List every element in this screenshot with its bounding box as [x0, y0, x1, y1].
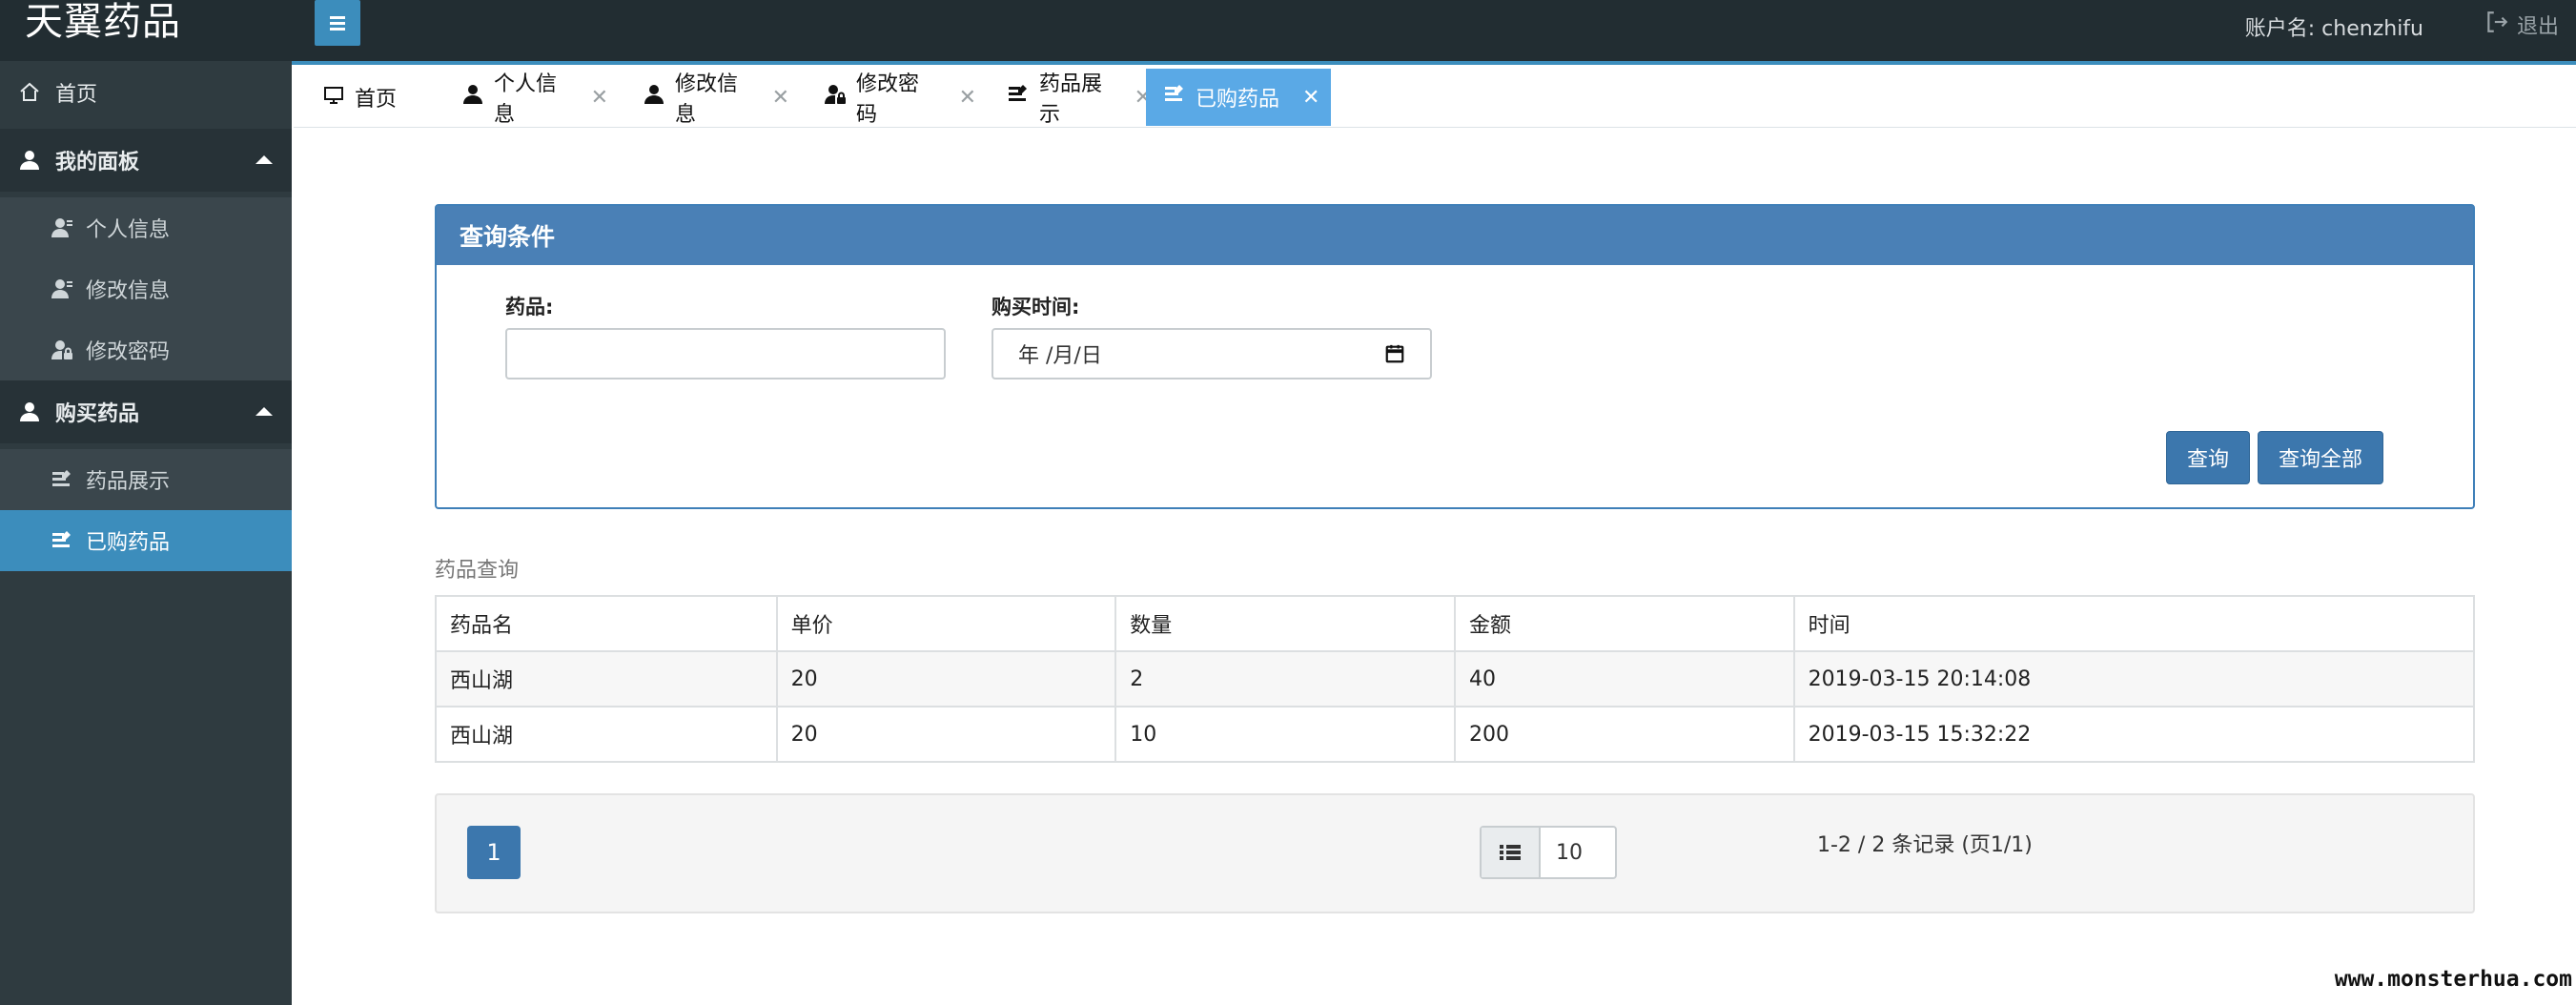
tab-close-icon[interactable]: ✕ [1302, 86, 1319, 110]
sidebar-item-label: 首页 [55, 83, 98, 107]
table-cell: 2019-03-15 20:14:08 [1792, 650, 2476, 708]
results-section-title: 药品查询 [435, 559, 520, 583]
sidebar-group-label: 购买药品 [55, 402, 140, 426]
user-icon [17, 148, 42, 173]
hamburger-icon [330, 13, 345, 33]
collapse-caret-icon [256, 155, 273, 164]
query-panel: 查询条件 药品: 购买时间: 年 /月/日 查询 查询全部 [435, 204, 2475, 509]
monitor-icon [322, 83, 345, 112]
column-header: 金额 [1453, 595, 1795, 652]
user-icon [461, 83, 484, 112]
tab-close-icon[interactable]: ✕ [959, 86, 976, 110]
page-size-selector[interactable]: 10 [1480, 826, 1617, 879]
home-icon [17, 80, 42, 105]
table-cell: 2019-03-15 15:32:22 [1792, 706, 2476, 763]
results-table: 药品名 单价 数量 金额 时间 西山湖 20 2 40 2019-03-15 2… [435, 595, 2476, 763]
tab-edit-info[interactable]: 修改信息 ✕ [614, 69, 789, 127]
logout-button[interactable]: 退出 [2484, 10, 2559, 40]
sidebar-group-label: 我的面板 [55, 151, 140, 174]
tab-label: 修改密码 [856, 72, 920, 127]
column-header: 数量 [1114, 595, 1456, 652]
date-placeholder: 年 /月/日 [1018, 344, 1102, 368]
query-panel-title: 查询条件 [437, 206, 2473, 265]
sidebar-item-home[interactable]: 首页 [0, 61, 292, 124]
purchase-date-input[interactable]: 年 /月/日 [992, 328, 1432, 379]
top-header: 天翼药品 账户名: chenzhifu 退出 [0, 0, 2576, 61]
list-edit-icon [50, 467, 74, 492]
list-icon [1482, 828, 1541, 877]
tab-label: 个人信息 [494, 72, 558, 127]
drug-input[interactable] [505, 328, 946, 379]
user-card-icon [50, 215, 74, 240]
logout-label: 退出 [2516, 15, 2559, 39]
sidebar-item-label: 已购药品 [86, 531, 171, 555]
tab-label: 药品展示 [1039, 72, 1103, 127]
list-edit-icon [1163, 83, 1186, 112]
tab-bar: 首页 个人信息 ✕ 修改信息 ✕ 修改密码 ✕ 药品展示 ✕ 已购药品 ✕ [294, 65, 2576, 128]
table-cell: 西山湖 [435, 706, 778, 763]
sidebar-item-edit-info[interactable]: 修改信息 [0, 258, 292, 319]
user-lock-icon [824, 83, 847, 112]
drug-field-label: 药品: [505, 296, 554, 318]
sidebar-item-label: 药品展示 [86, 470, 171, 494]
table-cell: 20 [775, 650, 1117, 708]
records-summary: 1-2 / 2 条记录 (页1/1) [1817, 833, 2033, 857]
table-header-row: 药品名 单价 数量 金额 时间 [435, 595, 2476, 652]
column-header: 单价 [775, 595, 1117, 652]
column-header: 时间 [1792, 595, 2476, 652]
tab-label: 首页 [355, 88, 398, 112]
tab-personal-info[interactable]: 个人信息 ✕ [433, 69, 608, 127]
tab-home[interactable]: 首页 [294, 69, 414, 126]
page-size-value: 10 [1556, 840, 1583, 865]
pagination-bar: 1 10 1-2 / 2 条记录 (页1/1) [435, 793, 2475, 913]
collapse-caret-icon [256, 407, 273, 416]
tab-purchased-drugs[interactable]: 已购药品 ✕ [1146, 69, 1331, 126]
watermark: www.monsterhua.com [2334, 967, 2572, 992]
tab-label: 已购药品 [1196, 88, 1280, 112]
table-row: 西山湖 20 10 200 2019-03-15 15:32:22 [435, 706, 2476, 763]
sidebar-item-personal-info[interactable]: 个人信息 [0, 197, 292, 258]
sidebar-group-my-panel[interactable]: 我的面板 [0, 129, 292, 192]
table-row: 西山湖 20 2 40 2019-03-15 20:14:08 [435, 650, 2476, 708]
column-header: 药品名 [435, 595, 778, 652]
table-cell: 西山湖 [435, 650, 778, 708]
sidebar-item-label: 修改密码 [86, 340, 171, 364]
table-cell: 2 [1114, 650, 1456, 708]
table-cell: 20 [775, 706, 1117, 763]
query-button[interactable]: 查询 [2166, 431, 2250, 484]
sidebar-item-purchased-drugs[interactable]: 已购药品 [0, 510, 292, 571]
sidebar-item-label: 修改信息 [86, 279, 171, 303]
table-cell: 200 [1453, 706, 1795, 763]
sidebar-item-label: 个人信息 [86, 218, 171, 242]
sidebar-item-drug-display[interactable]: 药品展示 [0, 449, 292, 510]
app-brand: 天翼药品 [25, 0, 181, 44]
menu-toggle-button[interactable] [315, 0, 360, 46]
account-name: 账户名: chenzhifu [2244, 17, 2423, 41]
user-icon [643, 83, 665, 112]
sidebar-item-change-password[interactable]: 修改密码 [0, 319, 292, 380]
tab-drug-display[interactable]: 药品展示 ✕ [978, 69, 1152, 127]
page-number-button[interactable]: 1 [467, 826, 521, 879]
purchase-date-label: 购买时间: [992, 296, 1080, 318]
table-cell: 40 [1453, 650, 1795, 708]
calendar-icon[interactable] [1384, 343, 1405, 364]
sidebar: 首页 我的面板 个人信息 修改信息 修改密码 购买药品 药品展示 已购药品 [0, 61, 292, 1005]
tab-label: 修改信息 [675, 72, 739, 127]
tab-close-icon[interactable]: ✕ [772, 86, 789, 110]
tab-close-icon[interactable]: ✕ [591, 86, 608, 110]
query-all-button[interactable]: 查询全部 [2258, 431, 2383, 484]
list-edit-icon [1007, 83, 1030, 112]
user-lock-icon [50, 338, 74, 362]
list-edit-icon [50, 528, 74, 553]
user-icon [17, 400, 42, 424]
user-edit-icon [50, 277, 74, 301]
tab-change-password[interactable]: 修改密码 ✕ [795, 69, 976, 127]
sidebar-group-buy-drugs[interactable]: 购买药品 [0, 380, 292, 443]
table-cell: 10 [1114, 706, 1456, 763]
logout-icon [2484, 10, 2509, 40]
